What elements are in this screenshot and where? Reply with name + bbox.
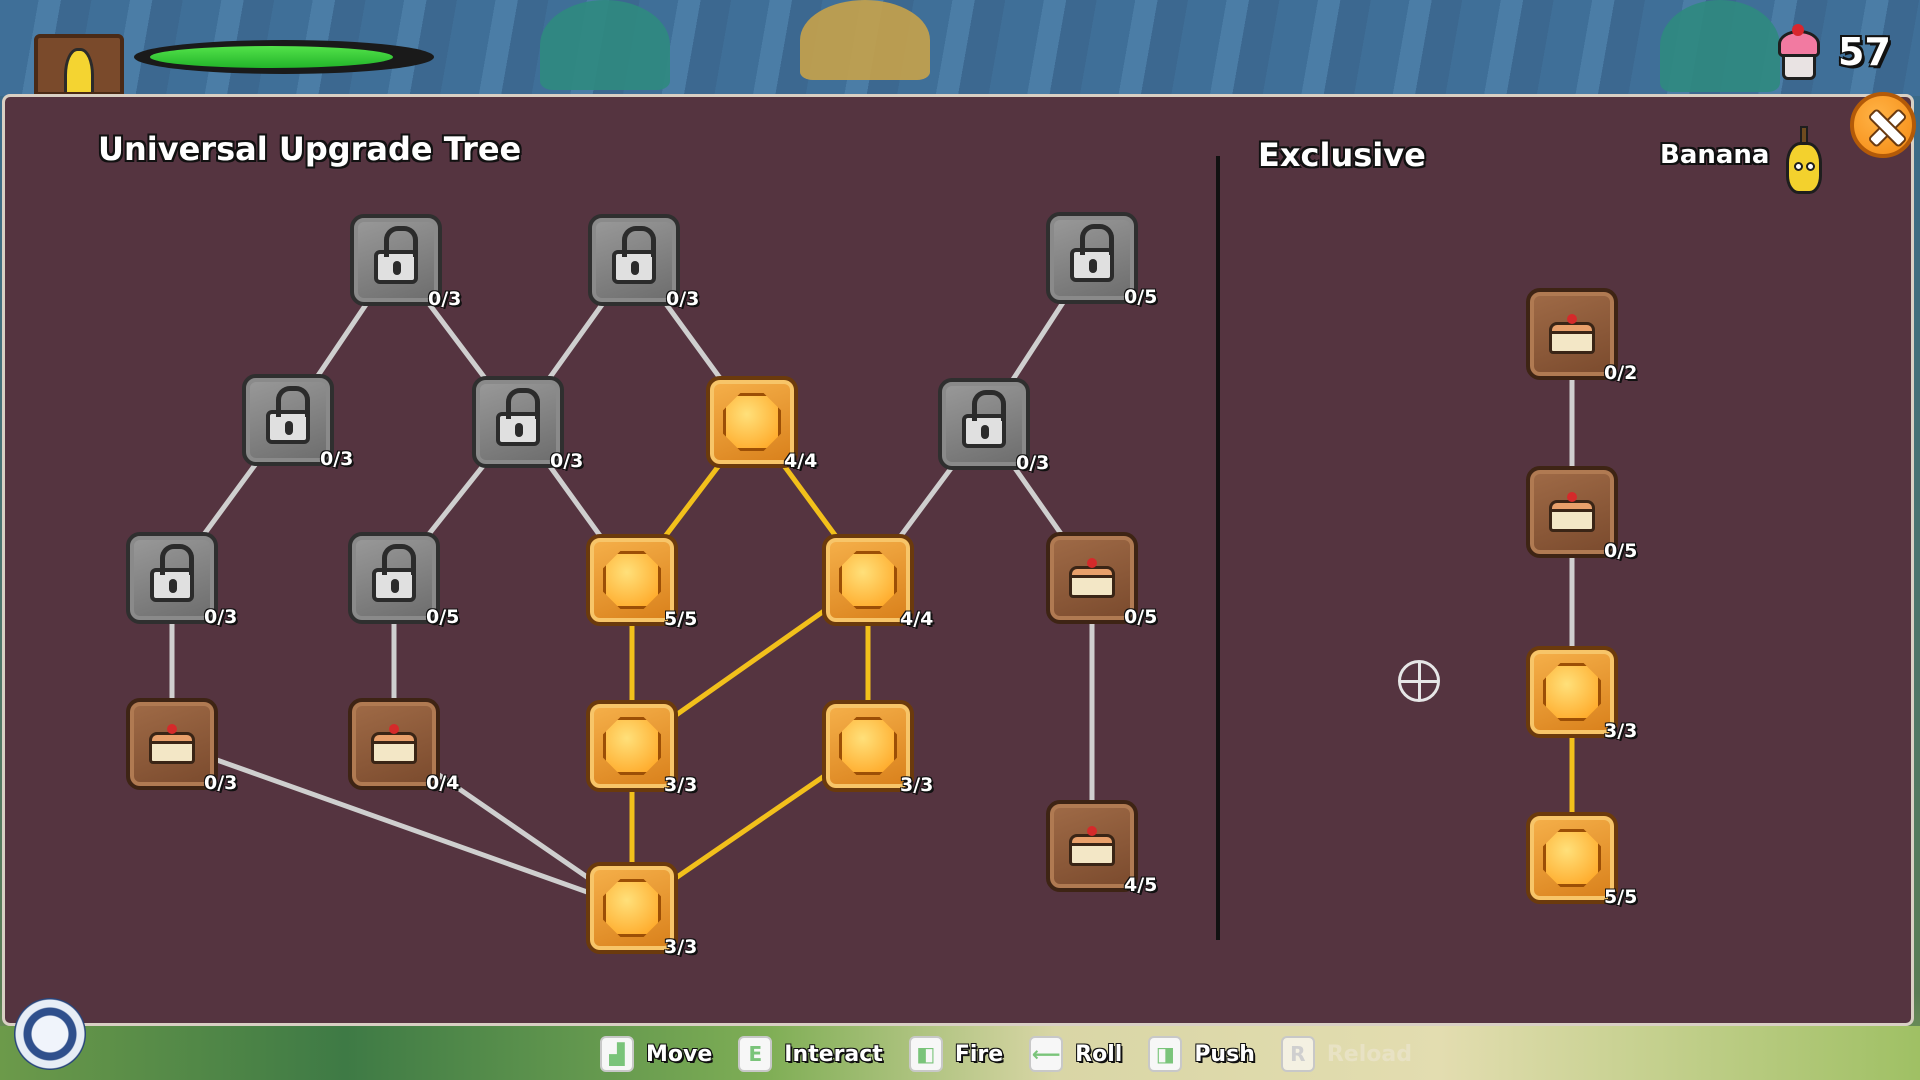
upgrade-level-count: 4/5 (1124, 874, 1158, 896)
upgrade-level-count: 4/4 (784, 450, 818, 472)
gem-icon (1543, 663, 1601, 721)
close-button[interactable] (1850, 92, 1916, 158)
upgrade-level-count: 3/3 (1604, 720, 1638, 742)
cake-icon (1069, 558, 1115, 598)
control-hint-reload: Reload (1326, 1041, 1412, 1067)
key-move-keys-icon: ▟ (600, 1036, 634, 1072)
gem-icon (603, 879, 661, 937)
key-r-icon: R (1280, 1036, 1315, 1072)
upgrade-level-count: 0/3 (550, 450, 584, 472)
gem-icon (839, 551, 897, 609)
upgrade-level-count: 0/5 (426, 606, 460, 628)
palm-tree-decoration (800, 0, 930, 80)
currency-counter: 57 (1838, 30, 1891, 74)
key-shift-icon: ⟵ (1029, 1036, 1064, 1072)
upgrade-level-count: 0/3 (320, 448, 354, 470)
key-right-mouse-icon: ◨ (1148, 1036, 1183, 1072)
upgrade-level-count: 0/5 (1604, 540, 1638, 562)
palm-tree-decoration (540, 0, 670, 90)
palm-tree-decoration (1660, 0, 1780, 92)
upgrade-level-count: 3/3 (664, 774, 698, 796)
upgrade-level-count: 0/3 (1016, 452, 1050, 474)
control-hint-fire: Fire (954, 1041, 1004, 1067)
control-hint-push: Push (1194, 1041, 1255, 1067)
health-bar-fill (150, 46, 393, 68)
gem-icon (603, 717, 661, 775)
gem-icon (839, 717, 897, 775)
upgrade-level-count: 0/3 (204, 606, 238, 628)
upgrade-level-count: 0/2 (1604, 362, 1638, 384)
health-bar (134, 40, 434, 74)
banana-character-icon (1782, 124, 1826, 196)
padlock-icon (372, 544, 416, 602)
upgrade-level-count: 0/5 (1124, 606, 1158, 628)
cake-icon (1549, 492, 1595, 532)
upgrade-level-count: 0/3 (428, 288, 462, 310)
upgrade-level-count: 4/4 (900, 608, 934, 630)
upgrade-level-count: 0/4 (426, 772, 460, 794)
control-hint-move: Move (646, 1041, 713, 1067)
padlock-icon (374, 226, 418, 284)
padlock-icon (150, 544, 194, 602)
cake-icon (1069, 826, 1115, 866)
cake-icon (371, 724, 417, 764)
banana-avatar-icon (64, 48, 94, 92)
padlock-icon (612, 226, 656, 284)
cake-icon (149, 724, 195, 764)
universal-tree-title: Universal Upgrade Tree (98, 130, 522, 168)
exclusive-tree-title: Exclusive (1258, 136, 1426, 174)
key-left-mouse-icon: ◧ (908, 1036, 943, 1072)
upgrade-level-count: 3/3 (900, 774, 934, 796)
control-hints: ▟ Move E Interact ◧ Fire ⟵ Roll ◨ Push R Reload (600, 1034, 1426, 1074)
player-portrait (34, 34, 124, 96)
character-name: Banana (1660, 140, 1770, 170)
padlock-icon (266, 386, 310, 444)
gem-icon (603, 551, 661, 609)
panel-divider (1216, 156, 1220, 940)
gem-icon (1543, 829, 1601, 887)
upgrade-level-count: 5/5 (1604, 886, 1638, 908)
padlock-icon (496, 388, 540, 446)
settings-gear-icon[interactable] (14, 998, 86, 1070)
gem-icon (723, 393, 781, 451)
crosshair-cursor-icon (1398, 660, 1440, 702)
upgrade-level-count: 0/3 (204, 772, 238, 794)
padlock-icon (962, 390, 1006, 448)
upgrade-level-count: 3/3 (664, 936, 698, 958)
padlock-icon (1070, 224, 1114, 282)
upgrade-level-count: 5/5 (664, 608, 698, 630)
key-e-icon: E (738, 1036, 773, 1072)
upgrade-level-count: 0/5 (1124, 286, 1158, 308)
upgrade-level-count: 0/3 (666, 288, 700, 310)
control-hint-interact: Interact (784, 1041, 883, 1067)
cake-icon (1549, 314, 1595, 354)
cupcake-icon (1776, 24, 1822, 82)
control-hint-roll: Roll (1075, 1041, 1123, 1067)
